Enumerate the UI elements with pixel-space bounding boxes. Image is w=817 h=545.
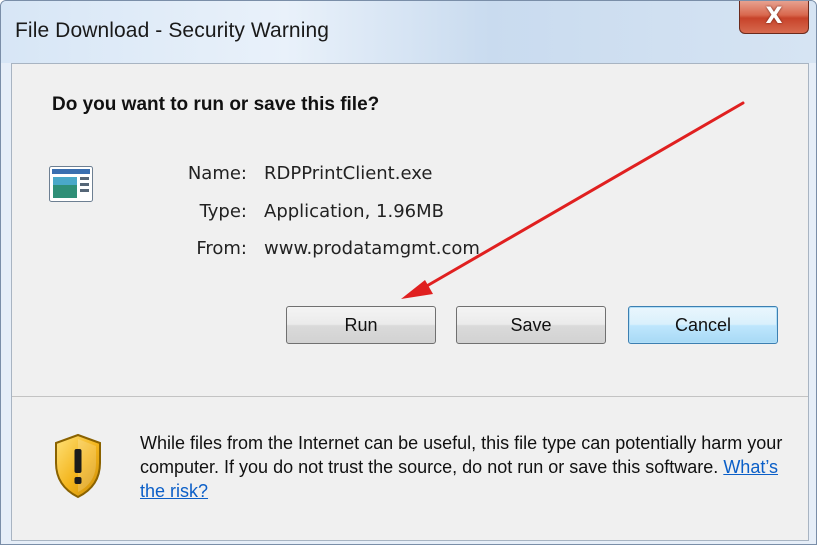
- from-label: From:: [196, 238, 247, 259]
- dialog-question: Do you want to run or save this file?: [52, 94, 380, 115]
- name-label: Name:: [187, 163, 247, 184]
- warning-section: While files from the Internet can be use…: [12, 397, 808, 540]
- run-button[interactable]: Run: [286, 306, 436, 344]
- file-source-value: www.prodatamgmt.com: [264, 238, 480, 259]
- window-title: File Download - Security Warning: [15, 19, 330, 42]
- dialog-content: Do you want to run or save this file? Na…: [11, 63, 809, 541]
- warning-message: While files from the Internet can be use…: [140, 431, 790, 503]
- file-name-value: RDPPrintClient.exe: [264, 163, 433, 184]
- security-warning-dialog: File Download - Security Warning X Do yo…: [0, 0, 817, 545]
- shield-warning-icon: [52, 433, 104, 504]
- close-button[interactable]: X: [739, 1, 809, 34]
- type-label: Type:: [199, 201, 247, 222]
- save-button[interactable]: Save: [456, 306, 606, 344]
- title-bar: File Download - Security Warning: [1, 1, 816, 63]
- file-type-value: Application, 1.96MB: [264, 201, 444, 222]
- warning-text: While files from the Internet can be use…: [140, 433, 783, 477]
- cancel-button[interactable]: Cancel: [628, 306, 778, 344]
- close-icon: X: [765, 4, 783, 29]
